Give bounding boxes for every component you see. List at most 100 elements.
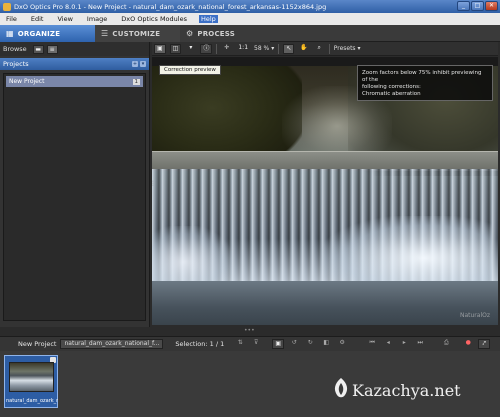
chevron-down-icon: ▾ bbox=[271, 45, 275, 52]
hand-tool-button[interactable]: ✋ bbox=[298, 44, 309, 54]
crosshair-icon: ✛ bbox=[224, 43, 230, 51]
browse-label: Browse bbox=[3, 45, 27, 53]
grid-icon: ▦ bbox=[6, 29, 14, 38]
fit-to-screen-button[interactable]: ✛ bbox=[221, 44, 232, 54]
toolbar-divider bbox=[278, 43, 280, 54]
menu-dxo-optics-modules[interactable]: DxO Optics Modules bbox=[119, 15, 189, 23]
info-line: Zoom factors below 75% inhibit previewin… bbox=[362, 70, 482, 83]
pointer-icon: ↖ bbox=[286, 44, 292, 52]
single-image-view-button[interactable]: ▣ bbox=[154, 43, 166, 54]
presets-label: Presets bbox=[333, 45, 356, 52]
tab-process[interactable]: ⚙ PROCESS bbox=[180, 25, 270, 42]
printer-icon: ⎙ bbox=[443, 339, 449, 346]
selection-count: Selection: 1 / 1 bbox=[175, 340, 225, 348]
tab-organize-label: ORGANIZE bbox=[17, 29, 61, 38]
left-panel: Browse ▬ ≡ Projects + ▾ New Project 1 bbox=[0, 42, 150, 327]
filter-icon: ⊽ bbox=[254, 339, 259, 346]
next-icon: ▸ bbox=[402, 339, 406, 346]
chevron-down-icon: ▾ bbox=[189, 43, 193, 51]
menu-edit[interactable]: Edit bbox=[29, 15, 46, 23]
menu-image[interactable]: Image bbox=[85, 15, 109, 23]
tab-customize-label: CUSTOMIZE bbox=[112, 29, 161, 38]
correction-preview-tooltip: Correction preview bbox=[159, 65, 221, 75]
image-thumbnail[interactable]: natural_dam_ozark_nat bbox=[4, 355, 58, 408]
title-bar: DxO Optics Pro 8.0.1 - New Project - nat… bbox=[0, 0, 500, 13]
tab-organize[interactable]: ▦ ORGANIZE bbox=[0, 25, 95, 42]
filmstrip-bar: New Project natural_dam_ozark_national_f… bbox=[0, 336, 500, 351]
tab-customize[interactable]: ☰ CUSTOMIZE bbox=[95, 25, 180, 42]
project-name: New Project bbox=[9, 78, 45, 85]
minimize-button[interactable]: _ bbox=[457, 1, 470, 11]
close-button[interactable]: ✕ bbox=[485, 1, 498, 11]
gear-icon: ⚙ bbox=[186, 29, 194, 38]
preset-icon: ◧ bbox=[323, 339, 330, 346]
print-button[interactable]: ⎙ bbox=[440, 339, 452, 349]
skip-forward-icon: ⏭ bbox=[417, 339, 423, 346]
color-tag-button[interactable]: ● bbox=[462, 339, 474, 349]
view-dropdown-button[interactable]: ▾ bbox=[185, 44, 196, 54]
prev-icon: ◂ bbox=[386, 339, 390, 346]
gear-icon: ⚙ bbox=[339, 339, 345, 346]
thumbnail-preview bbox=[9, 362, 54, 392]
app-logo-icon bbox=[3, 2, 11, 11]
skip-back-icon: ⏮ bbox=[369, 339, 375, 346]
apply-preset-button[interactable]: ◧ bbox=[320, 339, 332, 349]
next-image-button[interactable]: ▸ bbox=[398, 339, 410, 349]
fullscreen-button[interactable]: ▣ bbox=[272, 339, 285, 349]
browse-bar: Browse ▬ ≡ bbox=[0, 42, 149, 56]
compare-view-button[interactable]: ◫ bbox=[169, 43, 182, 54]
rotate-left-icon: ↺ bbox=[291, 339, 297, 346]
sliders-icon: ☰ bbox=[101, 29, 109, 38]
tab-process-label: PROCESS bbox=[197, 29, 235, 38]
last-image-button[interactable]: ⏭ bbox=[414, 339, 426, 349]
export-button[interactable]: ⤤ bbox=[478, 339, 491, 349]
menu-help[interactable]: Help bbox=[198, 15, 218, 23]
sort-icon: ⇅ bbox=[237, 339, 243, 346]
info-line: following corrections: bbox=[362, 84, 421, 90]
filter-button[interactable]: ⊽ bbox=[250, 339, 262, 349]
rotate-right-icon: ↻ bbox=[307, 339, 313, 346]
select-tool-button[interactable]: ↖ bbox=[283, 43, 295, 54]
window-title: DxO Optics Pro 8.0.1 - New Project - nat… bbox=[14, 2, 327, 11]
settings-button[interactable]: ⚙ bbox=[336, 339, 348, 349]
current-project-label: New Project bbox=[18, 340, 57, 348]
brand-logo-icon bbox=[334, 378, 348, 398]
project-view-button[interactable]: ≡ bbox=[46, 44, 58, 54]
previous-image-button[interactable]: ◂ bbox=[382, 339, 394, 349]
brand-watermark: Kazachya.net bbox=[352, 381, 461, 400]
zoom-dropdown[interactable]: 58 % ▾ bbox=[254, 45, 274, 52]
zoom-tool-button[interactable]: ⌕ bbox=[314, 44, 325, 54]
rotate-left-button[interactable]: ↺ bbox=[288, 339, 300, 349]
horizontal-splitter[interactable]: ••• bbox=[244, 327, 255, 334]
search-icon: ⌕ bbox=[317, 43, 321, 51]
rotate-right-button[interactable]: ↻ bbox=[304, 339, 316, 349]
sort-button[interactable]: ⇅ bbox=[234, 339, 246, 349]
correction-preview-button[interactable]: ⓘ bbox=[200, 43, 213, 54]
info-line: Chromatic aberration bbox=[362, 91, 421, 97]
projects-list: New Project 1 bbox=[3, 73, 146, 321]
menu-file[interactable]: File bbox=[4, 15, 19, 23]
maximize-button[interactable]: □ bbox=[471, 1, 484, 11]
image-toolbar: ▣ ◫ ▾ ⓘ ✛ 1:1 58 % ▾ ↖ ✋ ⌕ Presets ▾ bbox=[152, 42, 498, 56]
project-menu-button[interactable]: ▾ bbox=[140, 61, 146, 67]
list-item[interactable]: New Project 1 bbox=[6, 76, 143, 87]
menu-view[interactable]: View bbox=[55, 15, 74, 23]
presets-dropdown[interactable]: Presets ▾ bbox=[334, 45, 361, 52]
toolbar-divider bbox=[328, 43, 330, 54]
first-image-button[interactable]: ⏮ bbox=[366, 339, 378, 349]
export-icon: ⤤ bbox=[482, 340, 486, 347]
waterfall-photo: NaturalOz bbox=[152, 66, 498, 325]
zoom-100-button[interactable]: 1:1 bbox=[236, 44, 250, 54]
compare-icon: ◫ bbox=[172, 44, 179, 52]
image-viewer[interactable]: NaturalOz Correction preview Zoom factor… bbox=[152, 57, 498, 325]
window-controls: _ □ ✕ bbox=[457, 1, 498, 11]
module-tabs: ▦ ORGANIZE ☰ CUSTOMIZE ⚙ PROCESS bbox=[0, 25, 500, 42]
current-filename: natural_dam_ozark_national_f... bbox=[60, 339, 164, 349]
folder-view-button[interactable]: ▬ bbox=[32, 44, 44, 54]
screen-icon: ▣ bbox=[275, 340, 282, 347]
add-project-button[interactable]: + bbox=[132, 61, 138, 67]
list-icon: ≡ bbox=[49, 45, 55, 53]
vertical-splitter[interactable]: ⋮ bbox=[150, 180, 156, 194]
menu-bar: File Edit View Image DxO Optics Modules … bbox=[0, 13, 500, 25]
thumbnail-caption: natural_dam_ozark_nat bbox=[6, 398, 58, 404]
